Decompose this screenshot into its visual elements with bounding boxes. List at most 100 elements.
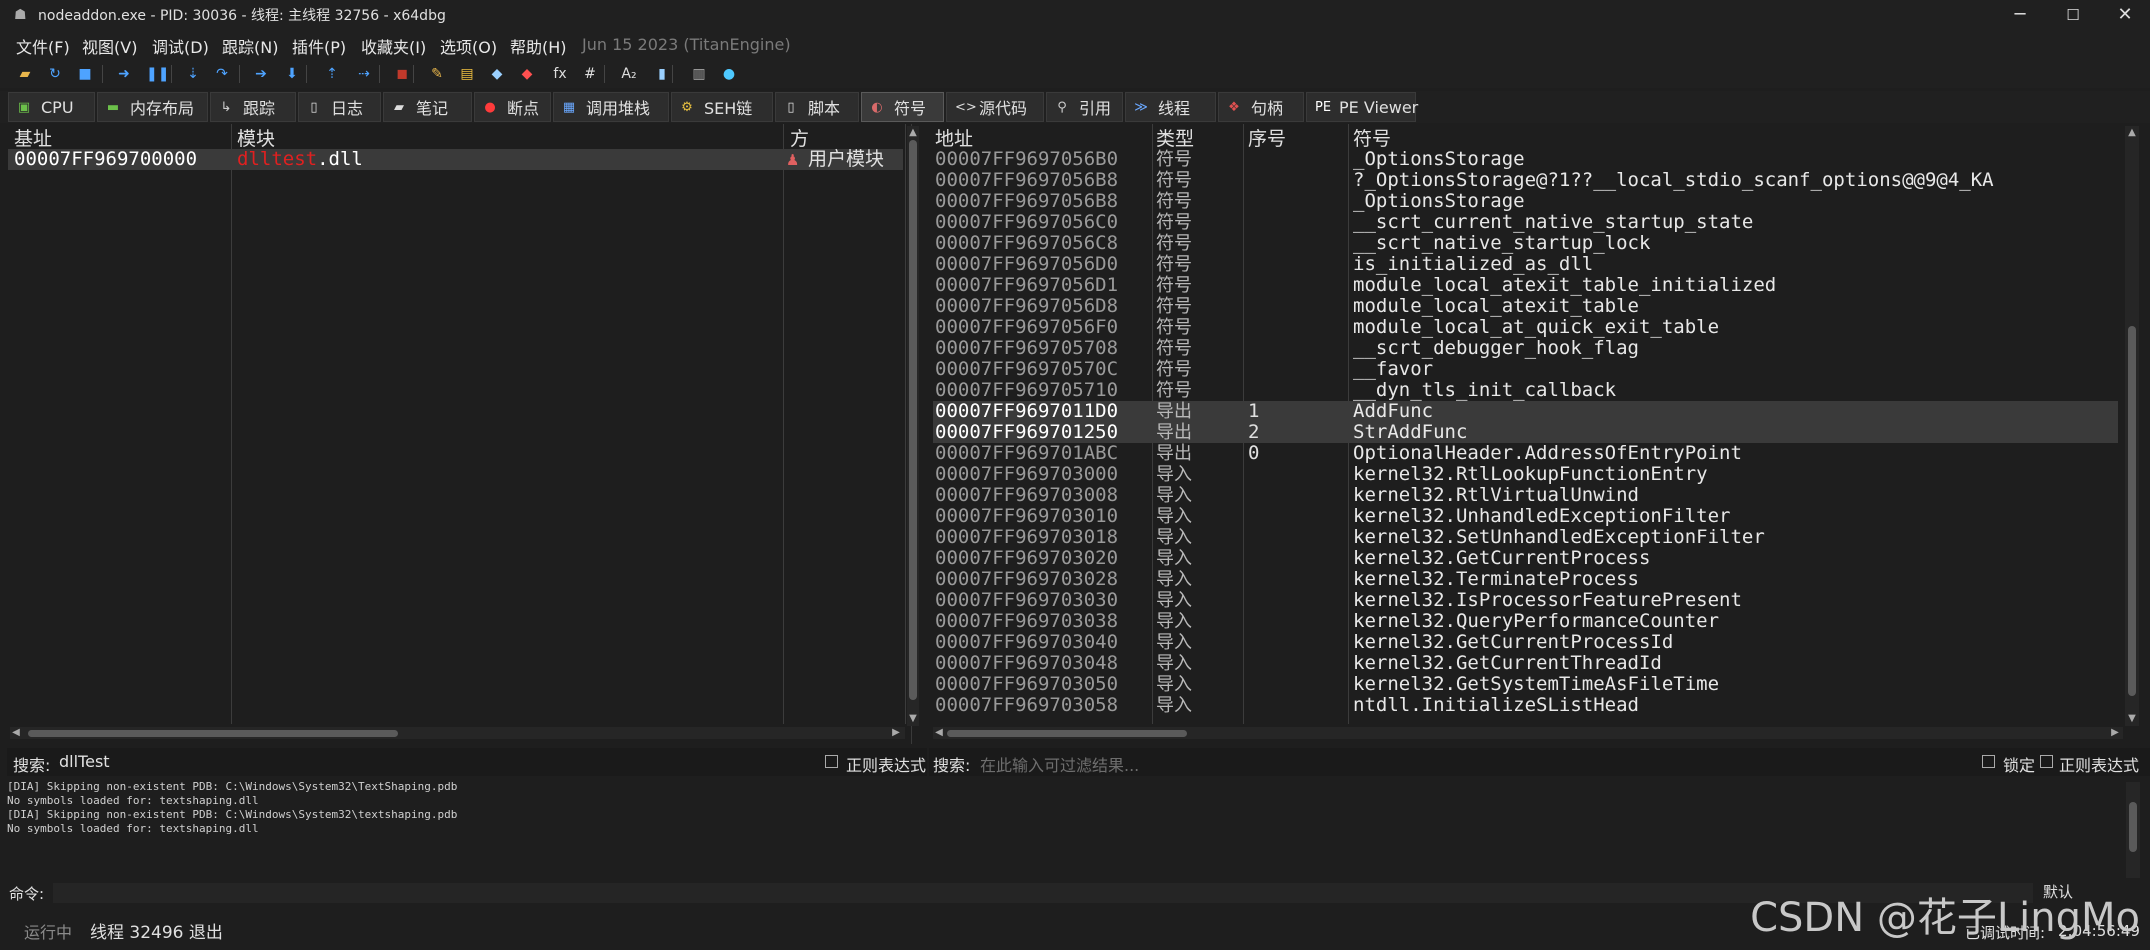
symbol-row[interactable]: 00007FF969703058 导入 ntdll.InitializeSListH… (933, 695, 2118, 717)
symbol-row[interactable]: 00007FF969703030 导入 kernel32.IsProcessorFe… (933, 590, 2118, 612)
symbol-row[interactable]: 00007FF969703048 导入 kernel32.GetCurrentThr… (933, 653, 2118, 675)
menu-view[interactable]: 视图(V) (82, 34, 137, 58)
tab-call-stack[interactable]: ▦ 调用堆栈 (553, 92, 669, 122)
scroll-thumb[interactable] (947, 730, 1187, 737)
tab-trace[interactable]: ↳ 跟踪 (210, 92, 296, 122)
symbol-row[interactable]: 00007FF9697056D1 符号 module_local_atexit_ta… (933, 275, 2118, 297)
symbol-row[interactable]: 00007FF969703050 导入 kernel32.GetSystemTime… (933, 674, 2118, 696)
tab-memory-map[interactable]: ▬ 内存布局 (97, 92, 208, 122)
symbol-row[interactable]: 00007FF969701ABC 导出 0 OptionalHeader.Addres… (933, 443, 2118, 465)
tab-threads[interactable]: ≫ 线程 (1125, 92, 1216, 122)
symbol-row[interactable]: 00007FF9697056B8 符号 _OptionsStorage (933, 191, 2118, 213)
symbol-row[interactable]: 00007FF9697011D0 导出 1 AddFunc (933, 401, 2118, 422)
scylla-icon[interactable]: ◼ (393, 65, 411, 83)
trace-into-icon[interactable]: ➔ (252, 65, 270, 83)
tab-source[interactable]: <> 源代码 (946, 92, 1044, 122)
menu-favourites[interactable]: 收藏夹(I) (361, 34, 426, 58)
notes-icon[interactable]: ▥ (690, 65, 708, 83)
scroll-thumb[interactable] (28, 730, 398, 737)
symbol-row[interactable]: 00007FF9697056D8 符号 module_local_atexit_ta… (933, 296, 2118, 318)
tab-script[interactable]: ▯ 脚本 (775, 92, 859, 122)
symbol-row[interactable]: 00007FF9697056C0 符号 __scrt_current_native_… (933, 212, 2118, 234)
symbol-row[interactable]: 00007FF969705708 符号 __scrt_debugger_hook_f… (933, 338, 2118, 360)
menu-options[interactable]: 选项(O) (440, 34, 497, 58)
scroll-right-arrow[interactable]: ▶ (890, 726, 902, 740)
symbol-row[interactable]: 00007FF969701250 导出 2 StrAddFunc (933, 422, 2118, 443)
column-header-ordinal[interactable]: 序号 (1248, 124, 1286, 150)
tab-seh-chain[interactable]: ⚙ SEH链 (671, 92, 773, 122)
symbols-search-input[interactable]: 在此输入可过滤结果... (980, 752, 1880, 775)
menu-debug[interactable]: 调试(D) (152, 34, 209, 58)
modules-search-input[interactable]: dllTest (59, 752, 819, 772)
symbol-row[interactable]: 00007FF9697056B8 符号 ?_OptionsStorage@?1??_… (933, 170, 2118, 192)
column-header-party[interactable]: 方 (790, 124, 809, 150)
column-header-address[interactable]: 地址 (935, 124, 973, 150)
stop-icon[interactable]: ■ (76, 65, 94, 83)
scroll-down-arrow[interactable]: ▼ (2125, 712, 2139, 726)
tab-breakpoints[interactable]: ● 断点 (474, 92, 551, 122)
scroll-left-arrow[interactable]: ◀ (933, 726, 945, 740)
scroll-right-arrow[interactable]: ▶ (2109, 726, 2121, 740)
symbol-row[interactable]: 00007FF96970570C 符号 __favor (933, 359, 2118, 381)
symbol-row[interactable]: 00007FF969703000 导入 kernel32.RtlLookupFunc… (933, 464, 2118, 486)
tab-references[interactable]: ⚲ 引用 (1046, 92, 1123, 122)
trace-over-icon[interactable]: ⬇ (283, 65, 301, 83)
tab-cpu[interactable]: ▣ CPU (8, 92, 95, 122)
close-button[interactable]: ✕ (2100, 0, 2150, 30)
scroll-up-arrow[interactable]: ▲ (907, 126, 919, 140)
strings-icon[interactable]: A₂ (620, 65, 638, 83)
tab-log[interactable]: ▯ 日志 (298, 92, 381, 122)
tab-notes-tab[interactable]: ▰ 笔记 (383, 92, 472, 122)
symbol-row[interactable]: 00007FF969703008 导入 kernel32.RtlVirtualUnw… (933, 485, 2118, 507)
modules-horizontal-scrollbar[interactable]: ◀ ▶ (10, 727, 905, 739)
maximize-button[interactable]: ☐ (2048, 0, 2098, 30)
symbol-row[interactable]: 00007FF969703040 导入 kernel32.GetCurrentPro… (933, 632, 2118, 654)
scroll-left-arrow[interactable]: ◀ (10, 726, 22, 740)
restart-icon[interactable]: ↻ (46, 65, 64, 83)
log-vertical-scrollbar[interactable] (2126, 782, 2140, 878)
column-header-module[interactable]: 模块 (237, 124, 275, 150)
calculator-icon[interactable]: ▮ (653, 65, 671, 83)
scroll-thumb[interactable] (2128, 326, 2136, 696)
tab-handles[interactable]: ❖ 句柄 (1218, 92, 1304, 122)
lock-checkbox[interactable] (1982, 755, 1995, 768)
regex-checkbox[interactable] (2040, 755, 2053, 768)
execute-till-return-icon[interactable]: ⇡ (323, 65, 341, 83)
scroll-up-arrow[interactable]: ▲ (2125, 126, 2139, 140)
symbol-row[interactable]: 00007FF969703018 导入 kernel32.SetUnhandledE… (933, 527, 2118, 549)
run-icon[interactable]: ➜ (115, 65, 133, 83)
minimize-button[interactable]: ─ (1995, 0, 2045, 30)
symbol-row[interactable]: 00007FF969703038 导入 kernel32.QueryPerforma… (933, 611, 2118, 633)
menu-help[interactable]: 帮助(H) (510, 34, 567, 58)
symbol-row[interactable]: 00007FF9697056B0 符号 _OptionsStorage (933, 149, 2118, 171)
command-input[interactable] (53, 883, 2033, 903)
pause-icon[interactable]: ❚❚ (146, 65, 169, 83)
symbol-row[interactable]: 00007FF969705710 符号 __dyn_tls_init_callbac… (933, 380, 2118, 402)
step-over-icon[interactable]: ↷ (213, 65, 231, 83)
bookmarks-icon[interactable]: ◆ (518, 65, 536, 83)
scroll-down-arrow[interactable]: ▼ (907, 712, 919, 726)
symbols-vertical-scrollbar[interactable]: ▲ ▼ (2125, 126, 2139, 726)
symbol-row[interactable]: 00007FF9697056F0 符号 module_local_at_quick_… (933, 317, 2118, 339)
symbol-row[interactable]: 00007FF969703020 导入 kernel32.GetCurrentPro… (933, 548, 2118, 570)
comments-icon[interactable]: ▤ (458, 65, 476, 83)
module-row[interactable]: 00007FF969700000 dlltest.dll ♟ 用户模块 (8, 149, 903, 170)
column-header-type[interactable]: 类型 (1156, 124, 1194, 150)
menu-trace[interactable]: 跟踪(N) (222, 34, 278, 58)
help-icon[interactable]: ● (720, 65, 738, 83)
symbol-row[interactable]: 00007FF969703028 导入 kernel32.TerminateProc… (933, 569, 2118, 591)
modules-vertical-scrollbar[interactable]: ▲ ▼ (907, 126, 919, 726)
patch-icon[interactable]: ✎ (428, 65, 446, 83)
open-icon[interactable]: ▰ (16, 65, 34, 83)
symbol-row[interactable]: 00007FF9697056D0 符号 is_initialized_as_dll (933, 254, 2118, 276)
menu-plugins[interactable]: 插件(P) (292, 34, 346, 58)
tab-pe-viewer[interactable]: PE PE Viewer (1306, 92, 1418, 122)
tab-symbols[interactable]: ◐ 符号 (861, 92, 944, 122)
column-header-base[interactable]: 基址 (14, 124, 52, 150)
scroll-thumb[interactable] (909, 140, 917, 700)
log-output[interactable]: [DIA] Skipping non-existent PDB: C:\Wind… (7, 780, 2127, 880)
functions-icon[interactable]: fx (551, 65, 569, 83)
symbol-row[interactable]: 00007FF9697056C8 符号 __scrt_native_startup_… (933, 233, 2118, 255)
scroll-thumb[interactable] (2129, 802, 2137, 852)
step-into-icon[interactable]: ⇣ (184, 65, 202, 83)
